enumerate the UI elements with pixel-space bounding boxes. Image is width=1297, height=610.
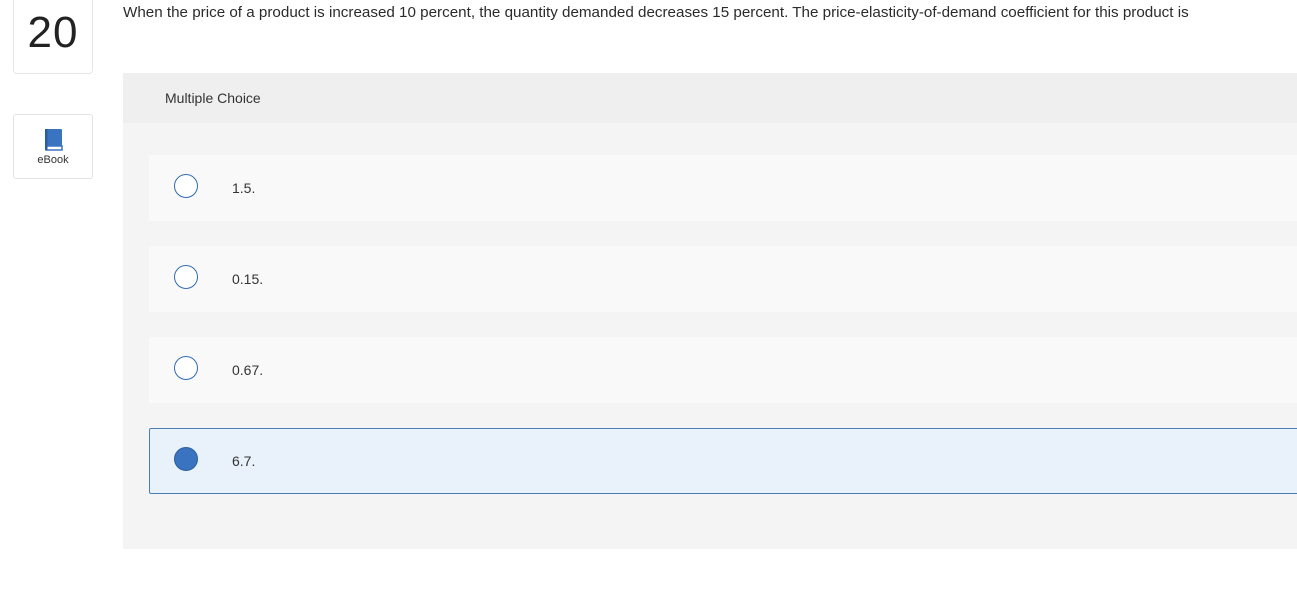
answer-option-label: 1.5. [232, 180, 256, 196]
multiple-choice-panel: Multiple Choice 1.5. 0.15. 0.67. 6.7. [123, 73, 1297, 549]
answer-option-1[interactable]: 1.5. [149, 155, 1297, 221]
radio-button-selected[interactable] [174, 447, 198, 471]
answer-option-4[interactable]: 6.7. [149, 428, 1297, 494]
answer-option-label: 0.67. [232, 362, 264, 378]
radio-button[interactable] [174, 265, 198, 289]
radio-button[interactable] [174, 174, 198, 198]
question-text: When the price of a product is increased… [123, 4, 1189, 21]
question-number-box: 20 [13, 0, 93, 74]
book-icon [45, 129, 63, 151]
answer-option-label: 0.15. [232, 271, 264, 287]
ebook-label: eBook [37, 154, 69, 166]
ebook-button[interactable]: eBook [13, 114, 93, 179]
multiple-choice-header: Multiple Choice [123, 73, 1297, 123]
answer-option-label: 6.7. [232, 453, 256, 469]
answer-option-2[interactable]: 0.15. [149, 246, 1297, 312]
answer-option-3[interactable]: 0.67. [149, 337, 1297, 403]
multiple-choice-label: Multiple Choice [165, 90, 261, 106]
radio-button[interactable] [174, 356, 198, 380]
question-number: 20 [27, 8, 79, 57]
